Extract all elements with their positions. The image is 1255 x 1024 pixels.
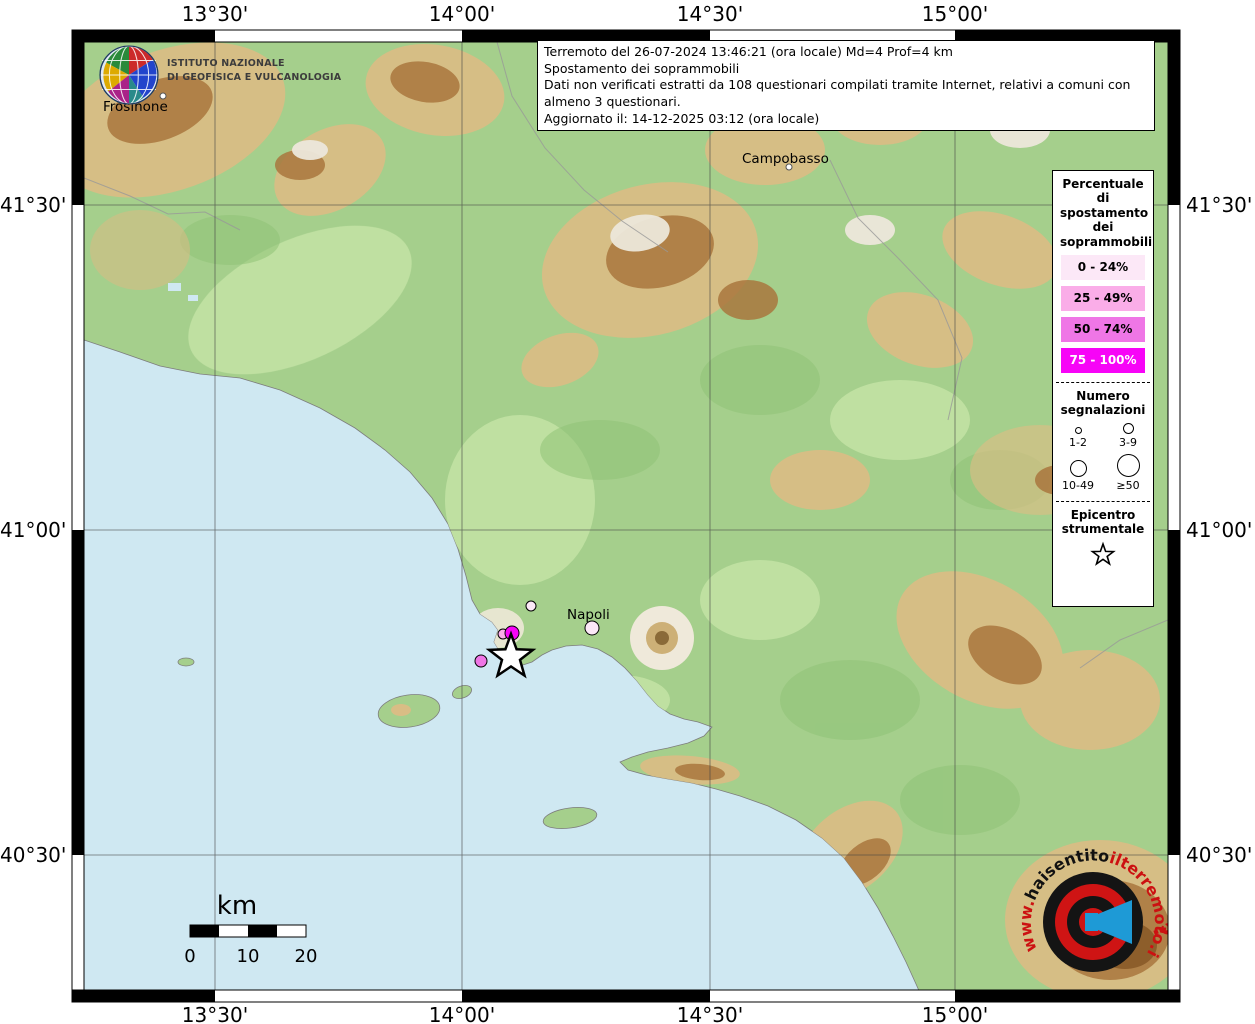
legend-divider (1056, 382, 1150, 383)
scale-tick-20: 20 (295, 946, 318, 967)
legend-divider (1056, 501, 1150, 502)
info-line-updated: Aggiornato il: 14-12-2025 03:12 (ora loc… (544, 111, 1148, 128)
scale-unit-label: km (217, 891, 257, 921)
signal-circle-xlarge-icon (1117, 454, 1140, 477)
report-circle (526, 601, 536, 611)
info-line-effect: Spostamento dei soprammobili (544, 61, 1148, 78)
axis-label-bottom-3: 15°00' (922, 1003, 988, 1024)
axis-label-right-2: 40°30' (1186, 843, 1252, 867)
report-circle (475, 655, 487, 667)
axis-label-top-2: 14°30' (677, 2, 743, 26)
ischia-hill (391, 704, 411, 716)
signal-circle-small-icon (1075, 427, 1082, 434)
epicenter-star-icon (1090, 541, 1116, 567)
map-page: km 0 10 20 (0, 0, 1255, 1024)
axis-label-right-0: 41°30' (1186, 193, 1252, 217)
axis-label-left-0: 41°30' (0, 193, 66, 217)
legend-signals-title: Numero segnalazioni (1053, 389, 1153, 418)
axis-label-right-1: 41°00' (1186, 518, 1252, 542)
legend-classes: 0 - 24% 25 - 49% 50 - 74% 75 - 100% (1053, 255, 1153, 373)
ingv-logo: ISTITUTO NAZIONALE DI GEOFISICA E VULCAN… (98, 44, 341, 106)
earthquake-info-box: Terremoto del 26-07-2024 13:46:21 (ora l… (537, 40, 1155, 131)
signal-size-1-2: 1-2 (1053, 423, 1103, 449)
legend-class-swatch: 50 - 74% (1061, 317, 1145, 342)
legend-epicenter-title: Epicentro strumentale (1053, 508, 1153, 537)
signal-circle-large-icon (1070, 460, 1087, 477)
axis-label-top-1: 14°00' (429, 2, 495, 26)
legend-class-swatch: 0 - 24% (1061, 255, 1145, 280)
legend-class-swatch: 75 - 100% (1061, 348, 1145, 373)
legend-box: Percentuale di spostamento dei soprammob… (1052, 170, 1154, 607)
signal-size-10-49: 10-49 (1053, 454, 1103, 492)
axis-label-bottom-2: 14°30' (677, 1003, 743, 1024)
signal-circle-medium-icon (1123, 423, 1134, 434)
axis-label-bottom-0: 13°30' (182, 1003, 248, 1024)
axis-label-left-1: 41°00' (0, 518, 66, 542)
ingv-globe-icon (98, 44, 160, 106)
axis-label-top-0: 13°30' (182, 2, 248, 26)
info-line-source: Dati non verificati estratti da 108 ques… (544, 77, 1148, 110)
report-circle (585, 621, 599, 635)
signal-size-50plus: ≥50 (1103, 454, 1153, 492)
city-label-napoli: Napoli (567, 607, 610, 623)
vesuvio-cone (630, 606, 694, 670)
signal-size-3-9: 3-9 (1103, 423, 1153, 449)
legend-title: Percentuale di spostamento dei soprammob… (1053, 177, 1153, 249)
city-label-campobasso: Campobasso (742, 151, 829, 167)
legend-signal-sizes: 1-2 3-9 10-49 ≥50 (1053, 423, 1153, 492)
scale-tick-0: 0 (184, 946, 195, 967)
scale-tick-10: 10 (237, 946, 260, 967)
axis-label-left-2: 40°30' (0, 843, 66, 867)
info-line-event: Terremoto del 26-07-2024 13:46:21 (ora l… (544, 44, 1148, 61)
ingv-org-name: ISTITUTO NAZIONALE DI GEOFISICA E VULCAN… (167, 57, 341, 86)
axis-label-bottom-1: 14°00' (429, 1003, 495, 1024)
legend-class-swatch: 25 - 49% (1061, 286, 1145, 311)
axis-label-top-3: 15°00' (922, 2, 988, 26)
